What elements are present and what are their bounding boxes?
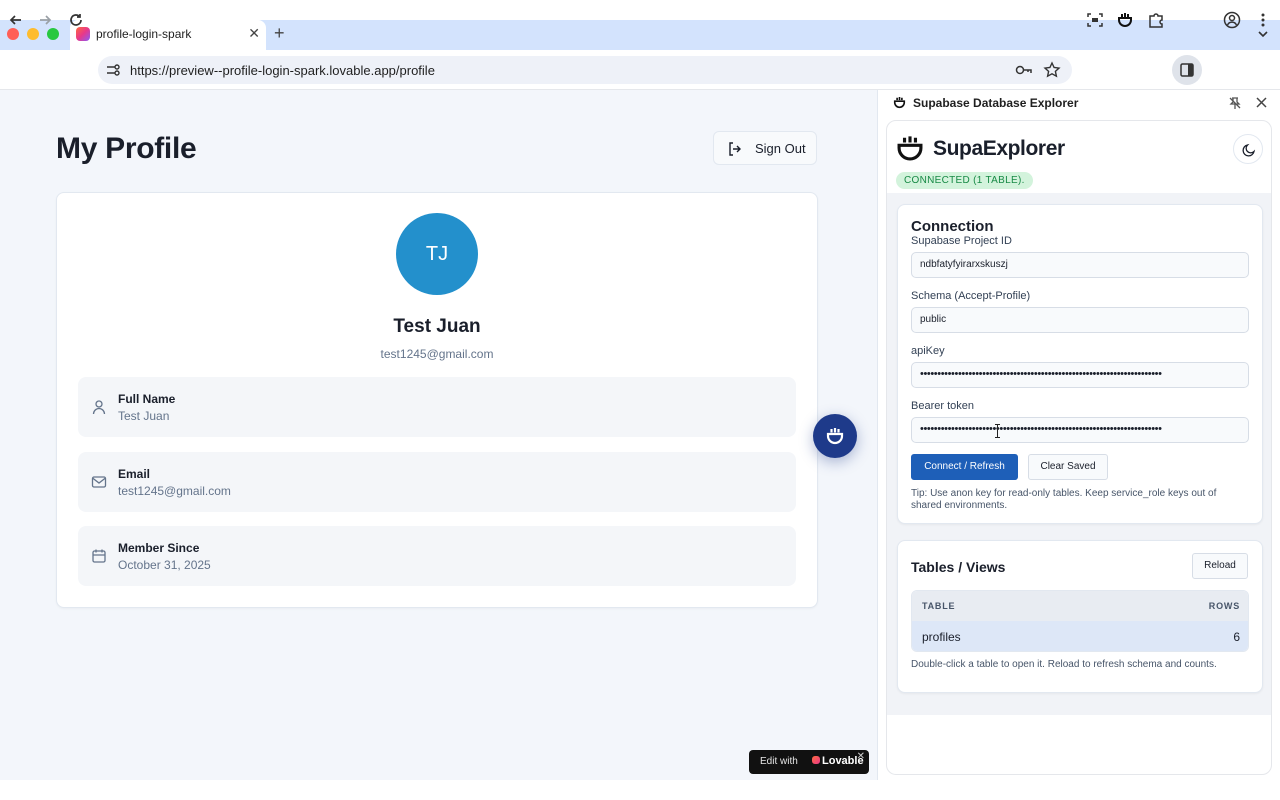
field-email: Email test1245@gmail.com: [78, 452, 796, 512]
theme-toggle-button[interactable]: [1233, 134, 1263, 164]
user-icon: [92, 400, 106, 415]
side-panel-title: Supabase Database Explorer: [913, 96, 1079, 110]
password-key-icon[interactable]: [1014, 60, 1034, 80]
badge-prefix: Edit with: [760, 756, 798, 767]
brand-title: SupaExplorer: [933, 137, 1065, 160]
schema-label: Schema (Accept-Profile): [911, 290, 1031, 302]
connect-refresh-button[interactable]: Connect / Refresh: [911, 454, 1018, 480]
close-panel-icon[interactable]: [1255, 96, 1268, 109]
field-label: Full Name: [118, 392, 176, 406]
tables-heading: Tables / Views: [911, 559, 1006, 575]
profile-email: test1245@gmail.com: [380, 347, 494, 361]
extensions-puzzle-icon[interactable]: [1146, 10, 1166, 30]
table-name: profiles: [922, 630, 961, 644]
clear-saved-button[interactable]: Clear Saved: [1028, 454, 1108, 480]
field-value: October 31, 2025: [118, 558, 211, 572]
site-info-icon[interactable]: [103, 60, 123, 80]
status-badge: CONNECTED (1 TABLE).: [896, 172, 1033, 189]
tables-list: TABLE ROWS profiles 6: [911, 590, 1249, 652]
field-label: Email: [118, 467, 151, 481]
refresh-icon: [70, 14, 82, 26]
sign-out-button[interactable]: Sign Out: [713, 131, 817, 165]
arrow-right-icon: [40, 15, 52, 25]
supabase-bowl-icon: [893, 97, 906, 109]
unpin-icon[interactable]: [1228, 96, 1242, 110]
close-tab-icon[interactable]: ✕: [248, 25, 260, 42]
bookmark-star-icon[interactable]: [1042, 60, 1062, 80]
supabase-bowl-icon: [826, 428, 844, 445]
page-title: My Profile: [56, 132, 197, 165]
field-value: test1245@gmail.com: [118, 484, 231, 498]
sign-out-label: Sign Out: [755, 141, 806, 156]
table-header: TABLE ROWS: [912, 591, 1248, 621]
field-value: Test Juan: [118, 409, 170, 423]
supaexplorer-logo-icon: [897, 136, 923, 161]
side-panel-toggle-button[interactable]: [1172, 55, 1202, 85]
project-id-label: Supabase Project ID: [911, 235, 1012, 247]
side-panel-icon: [1180, 63, 1194, 77]
reload-tables-button[interactable]: Reload: [1192, 553, 1248, 579]
profile-avatar-icon[interactable]: [1222, 10, 1242, 30]
forward-button[interactable]: [35, 10, 55, 30]
apikey-input[interactable]: ••••••••••••••••••••••••••••••••••••••••…: [911, 362, 1249, 388]
supabase-extension-icon[interactable]: [1115, 10, 1135, 30]
browser-tab[interactable]: profile-login-spark ✕: [70, 20, 266, 50]
window-bottom-edge: [0, 780, 1280, 800]
tip-text: Tip: Use anon key for read-only tables. …: [911, 488, 1217, 511]
arrow-left-icon: [9, 15, 21, 25]
screenshot-icon[interactable]: [1085, 10, 1105, 30]
tab-title: profile-login-spark: [96, 27, 192, 41]
bearer-token-label: Bearer token: [911, 400, 974, 412]
apikey-label: apiKey: [911, 345, 945, 357]
project-id-input[interactable]: ndbfatyfyirarxskuszj: [911, 252, 1249, 278]
tables-note: Double-click a table to open it. Reload …: [911, 659, 1217, 670]
lovable-heart-icon: [812, 756, 820, 764]
supabase-launcher-button[interactable]: [813, 414, 857, 458]
calendar-icon: [92, 549, 106, 563]
mail-icon: [91, 476, 107, 488]
column-header-table: TABLE: [922, 601, 956, 611]
log-out-icon: [729, 142, 741, 156]
reload-page-button[interactable]: [66, 10, 86, 30]
profile-name: Test Juan: [393, 316, 481, 337]
connection-heading: Connection: [911, 218, 994, 235]
new-tab-button[interactable]: +: [274, 23, 285, 44]
avatar: TJ: [396, 213, 478, 295]
back-button[interactable]: [6, 10, 26, 30]
edit-with-lovable-badge[interactable]: Edit with Lovable ✕: [749, 750, 869, 774]
browser-menu-icon[interactable]: [1253, 10, 1273, 30]
table-row[interactable]: profiles 6: [912, 621, 1248, 651]
close-badge-icon[interactable]: ✕: [857, 751, 865, 762]
moon-icon: [1242, 143, 1256, 157]
schema-input[interactable]: public: [911, 307, 1249, 333]
field-member-since: Member Since October 31, 2025: [78, 526, 796, 586]
field-label: Member Since: [118, 541, 200, 555]
column-header-rows: ROWS: [1208, 601, 1240, 611]
field-full-name: Full Name Test Juan: [78, 377, 796, 437]
bearer-token-input[interactable]: ••••••••••••••••••••••••••••••••••••••••…: [911, 417, 1249, 443]
text-cursor-icon: [995, 424, 1000, 438]
url-text[interactable]: https://preview--profile-login-spark.lov…: [130, 63, 435, 78]
table-row-count: 6: [1233, 630, 1240, 644]
